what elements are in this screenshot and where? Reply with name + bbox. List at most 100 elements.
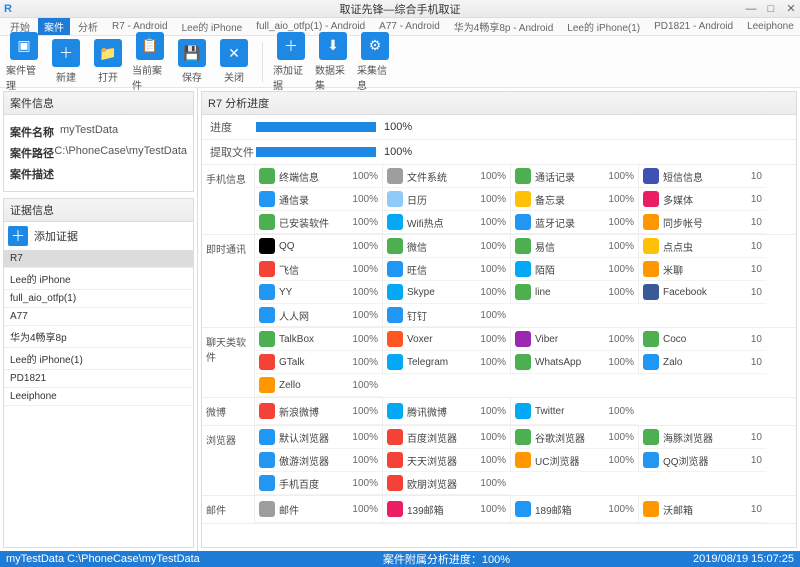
analysis-cell[interactable]: 微信100% [382, 235, 510, 258]
app-pct: 100% [352, 287, 378, 298]
analysis-cell[interactable]: Zalo10 [638, 351, 766, 374]
analysis-cell[interactable]: 欧朋浏览器100% [382, 472, 510, 495]
analysis-cell[interactable]: 189邮箱100% [510, 496, 638, 523]
device-item[interactable]: Leeiphone [4, 388, 193, 406]
maximize-button[interactable]: □ [764, 3, 778, 15]
device-item[interactable]: full_aio_otfp(1) [4, 290, 193, 308]
analysis-cell[interactable]: QQ浏览器10 [638, 449, 766, 472]
analysis-cell[interactable]: 文件系统100% [382, 165, 510, 188]
analysis-cell[interactable]: 已安装软件100% [254, 211, 382, 234]
analysis-cell[interactable]: Zello100% [254, 374, 382, 397]
toolbar-button[interactable]: ＋添加证据 [273, 32, 309, 92]
analysis-cell[interactable]: 傲游浏览器100% [254, 449, 382, 472]
analysis-cell[interactable]: 邮件100% [254, 496, 382, 523]
analysis-cell[interactable]: 通信录100% [254, 188, 382, 211]
analysis-cell[interactable]: 日历100% [382, 188, 510, 211]
analysis-cell[interactable]: 天天浏览器100% [382, 449, 510, 472]
analysis-cell[interactable]: 海豚浏览器10 [638, 426, 766, 449]
toolbar-button[interactable]: ＋新建 [48, 39, 84, 84]
analysis-section: 即时通讯QQ100%微信100%易信100%点点虫10飞信100%旺信100%陌… [202, 235, 796, 328]
analysis-cell[interactable]: 人人网100% [254, 304, 382, 327]
menu-item[interactable]: 案件 [38, 18, 70, 36]
toolbar-button[interactable]: 💾保存 [174, 39, 210, 84]
app-pct: 100% [480, 310, 506, 321]
analysis-cell[interactable]: 短信信息10 [638, 165, 766, 188]
analysis-cell[interactable]: 谷歌浏览器100% [510, 426, 638, 449]
analysis-cell[interactable]: 旺信100% [382, 258, 510, 281]
analysis-cell[interactable]: 陌陌100% [510, 258, 638, 281]
analysis-cell[interactable]: 米聊10 [638, 258, 766, 281]
analysis-cell[interactable]: 沃邮箱10 [638, 496, 766, 523]
analysis-cell[interactable]: Voxer100% [382, 328, 510, 351]
analysis-cell[interactable]: QQ100% [254, 235, 382, 258]
minimize-button[interactable]: — [744, 3, 758, 15]
analysis-cell[interactable]: 飞信100% [254, 258, 382, 281]
toolbar-button[interactable]: ▣案件管理 [6, 32, 42, 92]
app-icon [515, 452, 531, 468]
analysis-cell[interactable]: Skype100% [382, 281, 510, 304]
app-icon [643, 168, 659, 184]
analysis-cell[interactable]: Twitter100% [510, 398, 638, 425]
analysis-cell[interactable]: Wifi热点100% [382, 211, 510, 234]
analysis-cell[interactable]: 点点虫10 [638, 235, 766, 258]
app-name: 蓝牙记录 [535, 215, 606, 230]
toolbar-icon: 💾 [178, 39, 206, 67]
analysis-cell[interactable]: 备忘录100% [510, 188, 638, 211]
toolbar-button[interactable]: ⬇数据采集 [315, 32, 351, 92]
analysis-cell[interactable]: 腾讯微博100% [382, 398, 510, 425]
analysis-cell[interactable]: Facebook10 [638, 281, 766, 304]
app-name: 微信 [407, 239, 478, 254]
analysis-cell[interactable]: 默认浏览器100% [254, 426, 382, 449]
menu-item[interactable]: PD1821 - Android [648, 19, 739, 34]
toolbar-button[interactable]: ✕关闭 [216, 39, 252, 84]
app-name: Facebook [663, 287, 749, 298]
analysis-cell[interactable]: 同步帐号10 [638, 211, 766, 234]
analysis-cell[interactable]: Coco10 [638, 328, 766, 351]
analysis-cell[interactable]: WhatsApp100% [510, 351, 638, 374]
app-name: 天天浏览器 [407, 453, 478, 468]
analysis-cell[interactable]: 多媒体10 [638, 188, 766, 211]
device-item[interactable]: R7 [4, 250, 193, 268]
analysis-cell[interactable]: 139邮箱100% [382, 496, 510, 523]
device-item[interactable]: PD1821 [4, 370, 193, 388]
menu-item[interactable]: 分析 [72, 18, 104, 36]
analysis-cell[interactable]: 钉钉100% [382, 304, 510, 327]
analysis-cell[interactable]: 终端信息100% [254, 165, 382, 188]
menu-item[interactable]: 华为4畅享8p - Android [448, 18, 560, 36]
analysis-cell[interactable]: YY100% [254, 281, 382, 304]
analysis-cell[interactable]: 易信100% [510, 235, 638, 258]
menu-item[interactable]: Lee的 iPhone(1) [561, 18, 646, 36]
analysis-cell[interactable]: 蓝牙记录100% [510, 211, 638, 234]
menu-item[interactable]: Lee的 iPhone [176, 18, 249, 36]
analysis-cell[interactable]: TalkBox100% [254, 328, 382, 351]
app-name: QQ浏览器 [663, 453, 749, 468]
analysis-sections[interactable]: 手机信息终端信息100%文件系统100%通话记录100%短信信息10通信录100… [202, 165, 796, 547]
analysis-cell[interactable]: Viber100% [510, 328, 638, 351]
app-icon [259, 331, 275, 347]
app-pct: 100% [480, 455, 506, 466]
analysis-cell[interactable]: Telegram100% [382, 351, 510, 374]
close-button[interactable]: ✕ [784, 3, 798, 15]
app-name: TalkBox [279, 334, 350, 345]
app-pct: 100% [352, 334, 378, 345]
analysis-cell[interactable]: GTalk100% [254, 351, 382, 374]
device-item[interactable]: A77 [4, 308, 193, 326]
toolbar-button[interactable]: 📋当前案件 [132, 32, 168, 92]
device-item[interactable]: Lee的 iPhone(1) [4, 348, 193, 370]
menu-item[interactable]: Leeiphone [741, 19, 800, 34]
status-mid: 案件附属分析进度：100% [383, 551, 510, 567]
analysis-cell[interactable]: 通话记录100% [510, 165, 638, 188]
analysis-cell[interactable]: 新浪微博100% [254, 398, 382, 425]
app-pct: 10 [751, 194, 762, 205]
analysis-cell[interactable]: line100% [510, 281, 638, 304]
toolbar-button[interactable]: ⚙采集信息 [357, 32, 393, 92]
analysis-cell[interactable]: 手机百度100% [254, 472, 382, 495]
device-item[interactable]: 华为4畅享8p [4, 326, 193, 348]
add-evidence-button[interactable]: ＋ 添加证据 [4, 222, 193, 250]
app-pct: 100% [352, 310, 378, 321]
toolbar-button[interactable]: 📁打开 [90, 39, 126, 84]
menu-item[interactable]: full_aio_otfp(1) - Android [250, 19, 371, 34]
device-item[interactable]: Lee的 iPhone [4, 268, 193, 290]
analysis-cell[interactable]: UC浏览器100% [510, 449, 638, 472]
analysis-cell[interactable]: 百度浏览器100% [382, 426, 510, 449]
